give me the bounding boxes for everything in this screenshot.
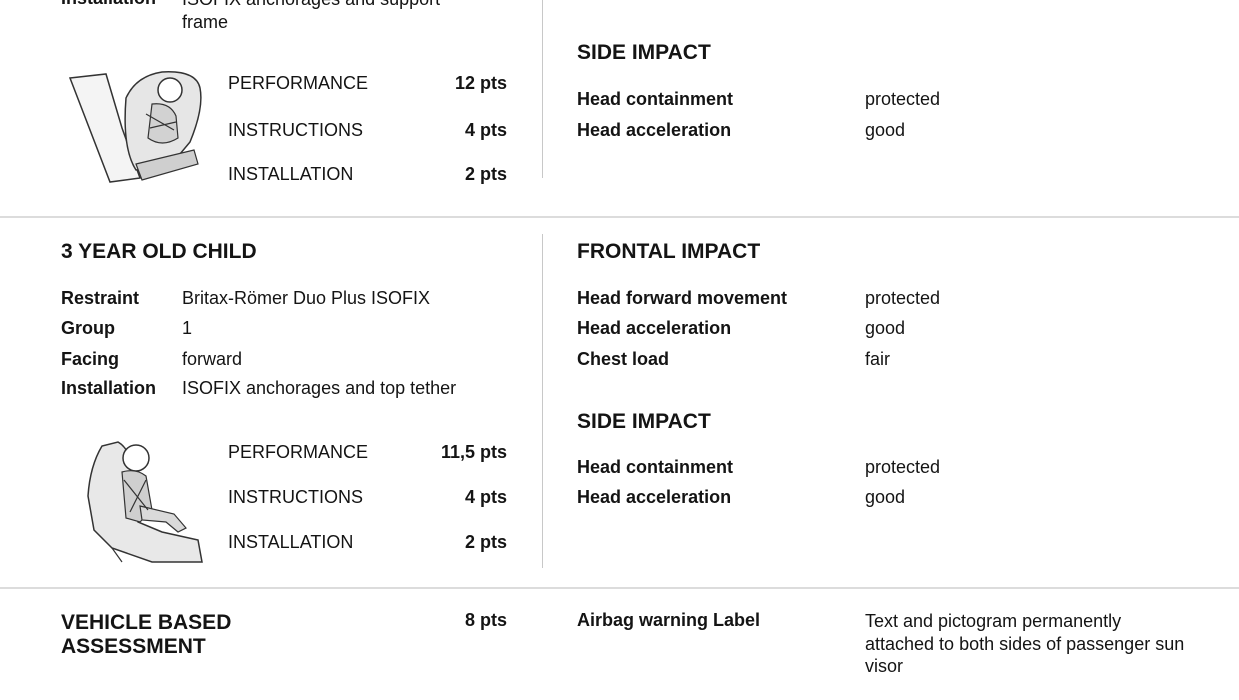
vehicle-heading-line2: ASSESSMENT xyxy=(61,635,206,658)
forward-facing-seat-icon xyxy=(87,441,203,563)
detail-value: ISOFIX anchorages and top tether xyxy=(182,378,457,398)
vehicle-heading-line1: VEHICLE BASED xyxy=(61,611,232,634)
airbag-label: Airbag warning Label xyxy=(577,610,761,630)
side-impact-row-label: Head containment xyxy=(577,457,734,477)
frontal-impact-row-value: good xyxy=(865,318,906,338)
detail-value: forward xyxy=(182,349,243,369)
side-impact-row-label: Head acceleration xyxy=(577,120,732,140)
performance-label: PERFORMANCE xyxy=(228,73,369,93)
frontal-impact-row-label: Head forward movement xyxy=(577,288,788,308)
instructions-pts: 4 pts xyxy=(464,120,507,140)
installation-score-label: INSTALLATION xyxy=(228,532,354,552)
frontal-impact-heading: FRONTAL IMPACT xyxy=(577,240,761,263)
column-divider xyxy=(542,234,543,568)
detail-label: Facing xyxy=(61,349,120,369)
column-divider xyxy=(542,0,543,178)
detail-label: Restraint xyxy=(61,288,140,308)
frontal-impact-row-label: Chest load xyxy=(577,349,670,369)
performance-pts: 12 pts xyxy=(454,73,507,93)
detail-label: Group xyxy=(61,318,115,338)
section-divider xyxy=(0,587,1239,589)
detail-label: Installation xyxy=(61,378,157,398)
detail-value: 1 xyxy=(182,318,193,338)
section-divider xyxy=(0,216,1239,218)
side-impact-heading: SIDE IMPACT xyxy=(577,410,711,433)
installation-label: Installation xyxy=(61,0,156,9)
frontal-impact-row-label: Head acceleration xyxy=(577,318,732,338)
detail-value: Britax-Römer Duo Plus ISOFIX xyxy=(182,288,431,308)
vehicle-pts: 8 pts xyxy=(464,610,507,630)
instructions-label: INSTRUCTIONS xyxy=(228,120,363,140)
installation-score-label: INSTALLATION xyxy=(228,164,354,184)
instructions-label: INSTRUCTIONS xyxy=(228,487,363,507)
side-impact-row-label: Head acceleration xyxy=(577,487,732,507)
side-impact-row-value: protected xyxy=(865,457,941,477)
child3-heading: 3 YEAR OLD CHILD xyxy=(61,240,257,263)
performance-pts: 11,5 pts xyxy=(440,442,507,462)
installation-pts: 2 pts xyxy=(464,164,507,184)
frontal-impact-row-value: fair xyxy=(865,349,891,369)
installation-value: ISOFIX anchorages and support frame xyxy=(182,0,440,32)
side-impact-row-value: good xyxy=(865,487,906,507)
performance-label: PERFORMANCE xyxy=(228,442,369,462)
frontal-impact-row-value: protected xyxy=(865,288,941,308)
installation-pts: 2 pts xyxy=(464,532,507,552)
side-impact-row-label: Head containment xyxy=(577,89,734,109)
instructions-pts: 4 pts xyxy=(464,487,507,507)
side-impact-row-value: protected xyxy=(865,89,941,109)
rear-facing-seat-icon xyxy=(68,71,202,183)
airbag-value: Text and pictogram permanently attached … xyxy=(865,611,1185,676)
side-impact-row-value: good xyxy=(865,120,906,140)
side-impact-heading: SIDE IMPACT xyxy=(577,41,711,64)
